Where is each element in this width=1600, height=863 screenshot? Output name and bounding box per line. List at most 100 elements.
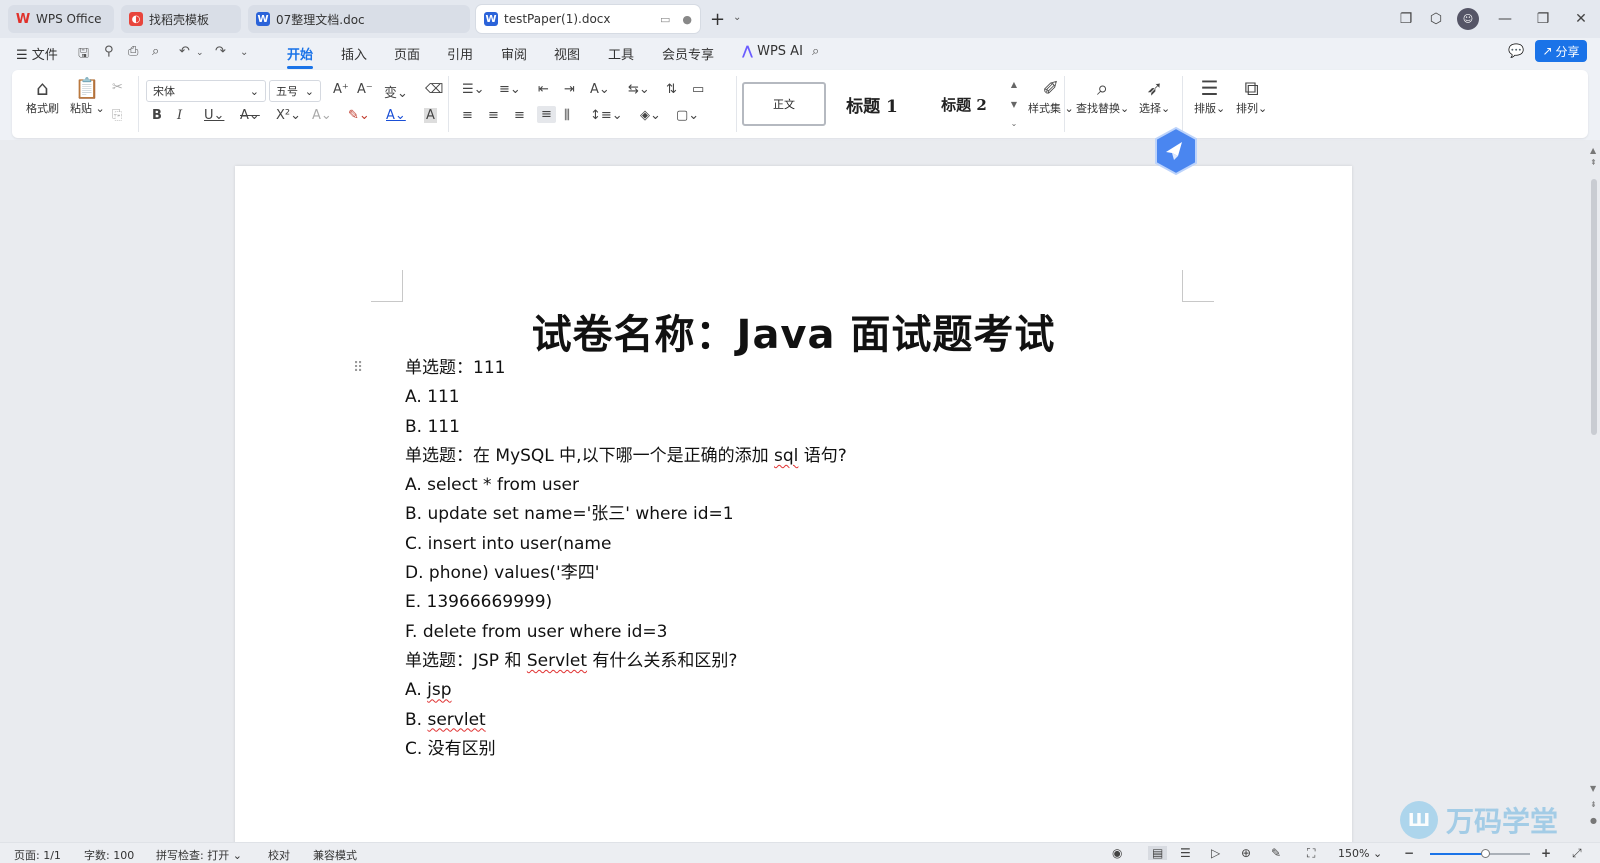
tab-doc-07[interactable]: W 07整理文档.doc: [248, 5, 470, 33]
align-right-icon[interactable]: ≡: [514, 108, 525, 123]
menu-item-view[interactable]: 视图: [554, 44, 580, 63]
pen-icon[interactable]: ✎: [1271, 846, 1281, 860]
doc-line[interactable]: C. 没有区别: [405, 735, 847, 764]
cube-icon[interactable]: ⬡: [1425, 8, 1447, 30]
zoom-slider-knob[interactable]: [1481, 849, 1490, 858]
next-page-icon[interactable]: ⇟: [1590, 800, 1597, 809]
floating-assistant-icon[interactable]: [1152, 126, 1200, 176]
word-count[interactable]: 字数: 100: [84, 847, 134, 863]
scroll-thumb[interactable]: [1591, 179, 1597, 435]
doc-line[interactable]: B. servlet: [405, 706, 847, 735]
superscript-icon[interactable]: X²⌄: [276, 108, 301, 123]
menu-item-references[interactable]: 引用: [447, 44, 473, 63]
fit-page-icon[interactable]: ⛶: [1307, 846, 1315, 861]
doc-line[interactable]: B. 111: [405, 413, 847, 442]
doc-line[interactable]: D. phone) values('李四': [405, 559, 847, 588]
doc-line[interactable]: C. insert into user(name: [405, 530, 847, 559]
chevron-down-icon[interactable]: ⌄: [196, 48, 204, 58]
distributed-icon[interactable]: ⫼: [564, 108, 570, 123]
page-count[interactable]: 页面: 1/1: [14, 847, 61, 863]
align-left-icon[interactable]: ≡: [462, 108, 473, 123]
decrease-indent-icon[interactable]: ⇤: [538, 82, 549, 97]
style-heading-1[interactable]: 标题 1: [826, 82, 918, 126]
avatar[interactable]: ☺: [1457, 8, 1479, 30]
line-spacing-icon[interactable]: ↕≡⌄: [590, 108, 623, 123]
menu-item-member[interactable]: 会员专享: [662, 44, 714, 63]
strikethrough-icon[interactable]: A⌄: [240, 108, 260, 123]
minimize-icon[interactable]: —: [1494, 8, 1516, 30]
web-view-icon[interactable]: ⊕: [1241, 846, 1251, 860]
doc-line[interactable]: A. jsp: [405, 676, 847, 705]
menu-item-tools[interactable]: 工具: [608, 44, 634, 63]
wps-ai-button[interactable]: ⋀ WPS AI: [742, 44, 803, 59]
print-preview-icon[interactable]: ⌕: [152, 44, 159, 59]
fullscreen-icon[interactable]: ⤢: [1572, 846, 1582, 861]
print-icon[interactable]: ⎙: [128, 44, 138, 59]
select-button[interactable]: ➶ 选择⌄: [1139, 76, 1170, 116]
layout-button[interactable]: ☰ 排版⌄: [1194, 76, 1225, 116]
clear-format-icon[interactable]: ⌫: [425, 82, 443, 97]
align-center-icon[interactable]: ≡: [488, 108, 499, 123]
document-title[interactable]: 试卷名称：Java 面试题考试: [235, 302, 1352, 360]
italic-icon[interactable]: I: [177, 108, 182, 123]
underline-icon[interactable]: U⌄: [204, 108, 224, 123]
prev-page-icon[interactable]: ⇞: [1590, 158, 1597, 167]
bullet-list-icon[interactable]: ☰⌄: [462, 82, 485, 97]
cut-icon[interactable]: ✂: [112, 80, 123, 95]
tab-testpaper[interactable]: W testPaper(1).docx ▭ ●: [476, 5, 700, 33]
scroll-up-arrow-icon[interactable]: ▲: [1590, 146, 1596, 155]
copy-icon[interactable]: ⎘: [112, 108, 122, 123]
shading-icon[interactable]: ◈⌄: [640, 108, 661, 123]
paste-button[interactable]: 📋 粘贴 ⌄: [70, 76, 105, 116]
style-normal[interactable]: 正文: [742, 82, 826, 126]
format-painter-button[interactable]: ⌂ 格式刷: [26, 76, 59, 116]
file-menu[interactable]: ☰ 文件: [16, 44, 58, 63]
outline-view-icon[interactable]: ☰: [1180, 846, 1191, 860]
char-shading-icon[interactable]: A: [424, 108, 437, 123]
page-view-icon[interactable]: ▤: [1148, 846, 1168, 860]
proofread-button[interactable]: 校对: [268, 847, 290, 863]
font-size-select[interactable]: 五号 ⌄: [269, 80, 321, 102]
scroll-down-arrow-icon[interactable]: ▼: [1590, 784, 1596, 793]
redo-icon[interactable]: ↷: [215, 44, 226, 59]
close-icon[interactable]: ✕: [1570, 8, 1592, 30]
doc-line[interactable]: A. select * from user: [405, 471, 847, 500]
doc-line[interactable]: 单选题：111: [405, 354, 847, 383]
restore-icon[interactable]: ❐: [1532, 8, 1554, 30]
vertical-scrollbar[interactable]: ▲ ⇞ ▼ ⇟ ●: [1588, 144, 1600, 842]
zoom-slider[interactable]: [1430, 849, 1530, 858]
find-replace-button[interactable]: ⌕ 查找替换⌄: [1076, 76, 1129, 116]
save-icon[interactable]: 🖫: [78, 44, 89, 66]
bold-icon[interactable]: B: [152, 108, 162, 123]
doc-line[interactable]: 单选题：JSP 和 Servlet 有什么关系和区别?: [405, 647, 847, 676]
play-icon[interactable]: ▷: [1211, 846, 1220, 860]
shrink-font-icon[interactable]: A⁻: [357, 82, 373, 97]
doc-line[interactable]: B. update set name='张三' where id=1: [405, 500, 847, 529]
highlight-icon[interactable]: ✎⌄: [348, 108, 370, 123]
sort-icon[interactable]: ⇅: [666, 82, 677, 97]
chevron-down-icon[interactable]: ⌄: [733, 12, 741, 23]
menu-item-page[interactable]: 页面: [394, 44, 420, 63]
comment-icon[interactable]: 💬: [1508, 44, 1524, 59]
doc-line[interactable]: A. 111: [405, 383, 847, 412]
tab-wps-office[interactable]: W WPS Office: [8, 5, 114, 33]
monitor-icon[interactable]: ▭: [660, 13, 670, 26]
doc-line[interactable]: F. delete from user where id=3: [405, 618, 847, 647]
style-heading-2[interactable]: 标题 2: [918, 82, 1010, 126]
zoom-out-icon[interactable]: −: [1404, 846, 1414, 860]
text-direction-icon[interactable]: A⌄: [590, 82, 610, 97]
menu-item-insert[interactable]: 插入: [341, 44, 367, 63]
share-button[interactable]: ↗ 分享: [1535, 40, 1587, 62]
phonetic-guide-icon[interactable]: 变⌄: [384, 82, 408, 101]
select-browse-object-icon[interactable]: ●: [1590, 816, 1597, 825]
tab-docer-templates[interactable]: ◐ 找稻壳模板: [121, 5, 241, 33]
zoom-level[interactable]: 150% ⌄: [1338, 847, 1382, 860]
grow-font-icon[interactable]: A⁺: [333, 82, 349, 97]
menu-item-home[interactable]: 开始: [287, 44, 314, 69]
new-tab-plus-icon[interactable]: +: [710, 9, 725, 30]
font-name-select[interactable]: 宋体 ⌄: [146, 80, 266, 102]
zoom-in-icon[interactable]: +: [1541, 846, 1551, 860]
document-page[interactable]: 试卷名称：Java 面试题考试 ⠿ 单选题：111 A. 111 B. 111 …: [235, 166, 1352, 863]
unsaved-dot-icon[interactable]: ●: [682, 13, 692, 26]
increase-indent-icon[interactable]: ⇥: [564, 82, 575, 97]
